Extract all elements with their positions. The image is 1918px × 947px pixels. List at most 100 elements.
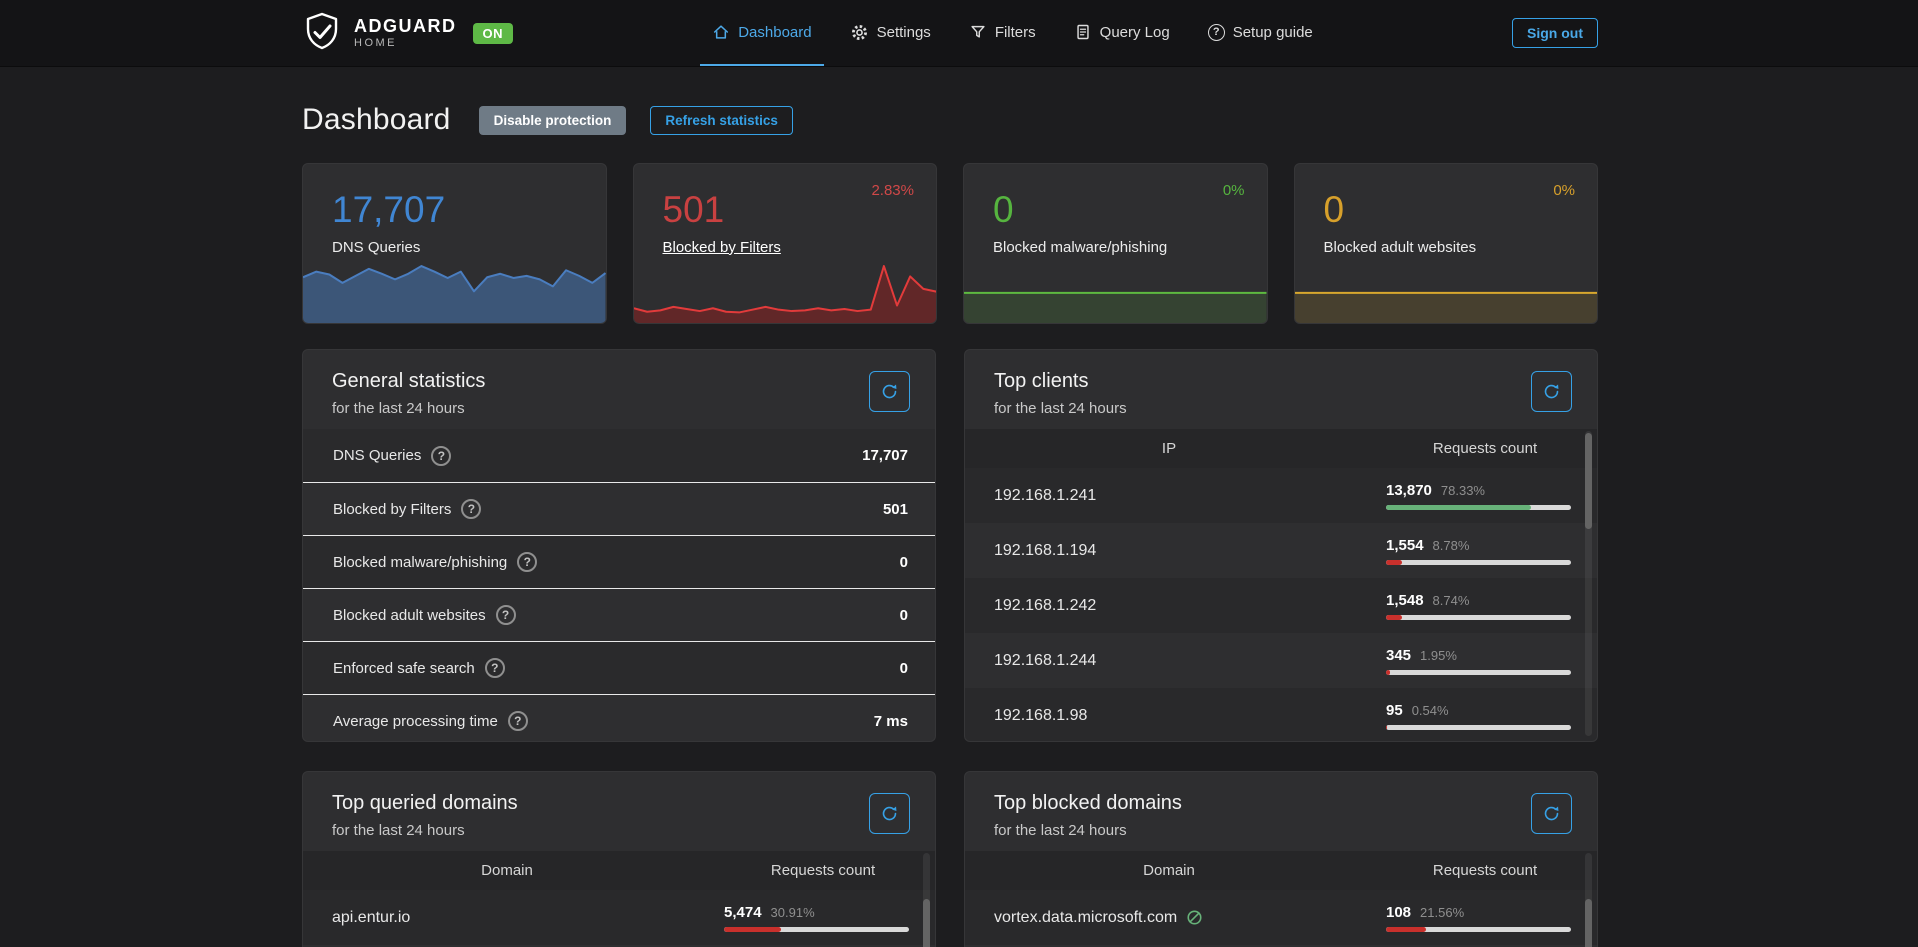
refresh-icon xyxy=(880,382,899,401)
nav-dashboard[interactable]: Dashboard xyxy=(700,0,823,66)
table-row: vortex.data.microsoft.com 108 21.56% xyxy=(965,890,1597,945)
blocked-adult-card: 0% 0 Blocked adult websites xyxy=(1294,163,1599,324)
stat-value: 17,707 xyxy=(332,190,606,231)
table-header: Domain Requests count xyxy=(965,851,1597,890)
stat-label: Blocked adult websites xyxy=(1324,239,1477,256)
scrollbar-thumb[interactable] xyxy=(923,899,930,947)
scrollbar-thumb[interactable] xyxy=(1585,433,1592,529)
top-clients-panel: Top clients for the last 24 hours IP Req… xyxy=(964,349,1598,742)
question-icon: ? xyxy=(1208,24,1225,41)
statistic-label: Blocked adult websites xyxy=(333,607,486,624)
statistic-label: Average processing time xyxy=(333,713,498,730)
funnel-icon xyxy=(969,23,987,41)
statistic-row: Blocked malware/phishing ? 0 xyxy=(303,535,935,588)
help-icon[interactable]: ? xyxy=(461,499,481,519)
row-key-link[interactable]: 192.168.1.241 xyxy=(965,487,1373,505)
top-queried-scrollbar[interactable] xyxy=(923,853,930,947)
home-icon xyxy=(712,23,730,41)
refresh-statistics-button[interactable]: Refresh statistics xyxy=(650,106,793,135)
requests-count-value: 1,554 xyxy=(1386,537,1424,554)
nav-setup-guide[interactable]: ? Setup guide xyxy=(1196,0,1325,66)
requests-count-cell: 1,548 8.74% xyxy=(1373,592,1597,620)
scrollbar-thumb[interactable] xyxy=(1585,899,1592,947)
help-icon[interactable]: ? xyxy=(431,446,451,466)
panel-subtitle: for the last 24 hours xyxy=(332,822,911,839)
statistic-label: DNS Queries xyxy=(333,447,421,464)
statistic-row: Enforced safe search ? 0 xyxy=(303,641,935,694)
panel-title: General statistics xyxy=(332,370,911,393)
row-key-label: 192.168.1.241 xyxy=(994,487,1096,505)
requests-percent: 0.54% xyxy=(1412,703,1449,718)
requests-count-cell: 95 0.54% xyxy=(1373,702,1597,730)
requests-bar-fill xyxy=(1386,725,1387,730)
statistic-value: 0 xyxy=(900,607,908,624)
blocked-adult-sparkline xyxy=(1295,256,1598,323)
stat-percent: 2.83% xyxy=(871,182,914,199)
refresh-icon xyxy=(1542,382,1561,401)
requests-percent: 8.78% xyxy=(1433,538,1470,553)
disable-protection-button[interactable]: Disable protection xyxy=(479,106,627,135)
row-key-link[interactable]: 192.168.1.98 xyxy=(965,707,1373,725)
requests-count-cell: 13,870 78.33% xyxy=(1373,482,1597,510)
column-header-ip: IP xyxy=(965,440,1373,457)
column-header-requests-count: Requests count xyxy=(1373,862,1597,879)
help-icon[interactable]: ? xyxy=(485,658,505,678)
requests-count-cell: 1,554 8.78% xyxy=(1373,537,1597,565)
requests-count-value: 1,548 xyxy=(1386,592,1424,609)
requests-bar-track xyxy=(1386,615,1571,620)
top-blocked-scrollbar[interactable] xyxy=(1585,853,1592,947)
statistic-value: 0 xyxy=(900,660,908,677)
table-row: 192.168.1.98 95 0.54% xyxy=(965,688,1597,742)
requests-bar-track xyxy=(1386,725,1571,730)
adguard-home-logo[interactable]: ADGUARD HOME xyxy=(302,11,457,55)
sign-out-button[interactable]: Sign out xyxy=(1512,18,1598,48)
nav-query-log-label: Query Log xyxy=(1100,24,1170,41)
stat-percent: 0% xyxy=(1223,182,1245,199)
statistic-value: 7 ms xyxy=(874,713,908,730)
dns-queries-card: 17,707 DNS Queries xyxy=(302,163,607,324)
statistic-row: Blocked adult websites ? 0 xyxy=(303,588,935,641)
row-key-link[interactable]: 192.168.1.244 xyxy=(965,652,1373,670)
blocked-by-filters-link[interactable]: Blocked by Filters xyxy=(663,239,781,256)
refresh-top-clients-button[interactable] xyxy=(1531,371,1572,412)
top-navbar: ADGUARD HOME ON Dashboard Settings xyxy=(0,0,1918,67)
row-key-label: 192.168.1.98 xyxy=(994,707,1087,725)
requests-percent: 21.56% xyxy=(1420,905,1464,920)
stat-label: Blocked malware/phishing xyxy=(993,239,1167,256)
table-row: 192.168.1.241 13,870 78.33% xyxy=(965,468,1597,523)
row-key-link[interactable]: vortex.data.microsoft.com xyxy=(965,909,1373,927)
top-clients-scrollbar[interactable] xyxy=(1585,431,1592,736)
row-key-label: vortex.data.microsoft.com xyxy=(994,909,1177,927)
panel-subtitle: for the last 24 hours xyxy=(994,822,1573,839)
nav-setup-guide-label: Setup guide xyxy=(1233,24,1313,41)
row-key-label: 192.168.1.194 xyxy=(994,542,1096,560)
row-key-link[interactable]: 192.168.1.194 xyxy=(965,542,1373,560)
panel-subtitle: for the last 24 hours xyxy=(332,400,911,417)
row-key-link[interactable]: 192.168.1.242 xyxy=(965,597,1373,615)
document-icon xyxy=(1074,23,1092,41)
help-icon[interactable]: ? xyxy=(508,711,528,731)
nav-filters[interactable]: Filters xyxy=(957,0,1048,66)
dns-queries-sparkline xyxy=(303,256,606,323)
table-row: api.entur.io 5,474 30.91% xyxy=(303,890,935,945)
panel-title: Top blocked domains xyxy=(994,792,1573,815)
column-header-requests-count: Requests count xyxy=(711,862,935,879)
refresh-top-queried-button[interactable] xyxy=(869,793,910,834)
refresh-general-statistics-button[interactable] xyxy=(869,371,910,412)
column-header-domain: Domain xyxy=(965,862,1373,879)
requests-bar-track xyxy=(1386,560,1571,565)
table-header: Domain Requests count xyxy=(303,851,935,890)
statistic-row: DNS Queries ? 17,707 xyxy=(303,429,935,482)
help-icon[interactable]: ? xyxy=(517,552,537,572)
requests-count-value: 345 xyxy=(1386,647,1411,664)
refresh-top-blocked-button[interactable] xyxy=(1531,793,1572,834)
panel-title: Top queried domains xyxy=(332,792,911,815)
requests-bar-track xyxy=(1386,670,1571,675)
requests-count-value: 5,474 xyxy=(724,904,762,921)
nav-query-log[interactable]: Query Log xyxy=(1062,0,1182,66)
help-icon[interactable]: ? xyxy=(496,605,516,625)
nav-settings[interactable]: Settings xyxy=(838,0,943,66)
blocked-malware-card: 0% 0 Blocked malware/phishing xyxy=(963,163,1268,324)
statistic-label: Enforced safe search xyxy=(333,660,475,677)
row-key-link[interactable]: api.entur.io xyxy=(303,909,711,927)
